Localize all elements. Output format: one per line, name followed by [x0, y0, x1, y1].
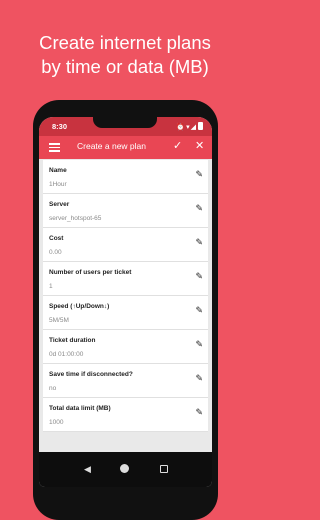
edit-pencil-icon[interactable]: ✎: [195, 407, 203, 418]
edit-pencil-icon[interactable]: ✎: [195, 237, 203, 248]
field-save-time[interactable]: Save time if disconnected? no ✎: [43, 364, 208, 398]
back-icon[interactable]: ◀: [84, 464, 91, 475]
edit-pencil-icon[interactable]: ✎: [195, 339, 203, 350]
field-ticket-duration[interactable]: Ticket duration 0d 01:00:00 ✎: [43, 330, 208, 364]
field-value: 1Hour: [49, 181, 67, 188]
field-users-per-ticket[interactable]: Number of users per ticket 1 ✎: [43, 262, 208, 296]
field-speed[interactable]: Speed (↑Up/Down↓) 5M/5M ✎: [43, 296, 208, 330]
field-value: 1000: [49, 419, 64, 426]
edit-pencil-icon[interactable]: ✎: [195, 271, 203, 282]
field-label: Server: [49, 201, 70, 208]
headline-line-2: by time or data (MB): [41, 56, 209, 77]
field-label: Total data limit (MB): [49, 405, 111, 412]
close-icon[interactable]: ✕: [195, 139, 204, 152]
recents-icon[interactable]: [160, 465, 168, 473]
status-bar: 8:30 ⏰▾◢: [39, 117, 212, 136]
field-value: 0d 01:00:00: [49, 351, 84, 358]
alarm-icon: ⏰: [176, 124, 187, 131]
field-label: Speed (↑Up/Down↓): [49, 303, 110, 310]
system-nav-bar: ◀: [39, 452, 212, 487]
app-bar-title: Create a new plan: [77, 141, 146, 151]
status-time: 8:30: [52, 122, 68, 131]
field-label: Cost: [49, 235, 64, 242]
field-value: server_hotspot-65: [49, 215, 102, 222]
field-value: 1: [49, 283, 53, 290]
camera-notch: [93, 117, 157, 128]
field-server[interactable]: Server server_hotspot-65 ✎: [43, 194, 208, 228]
promo-headline: Create internet plans by time or data (M…: [0, 31, 250, 79]
field-label: Save time if disconnected?: [49, 371, 133, 378]
phone-screen: 8:30 ⏰▾◢ Create a new plan ✓ ✕ Name 1Hou…: [39, 117, 212, 487]
headline-line-1: Create internet plans: [39, 32, 211, 53]
field-label: Ticket duration: [49, 337, 96, 344]
plan-fields-list: Name 1Hour ✎ Server server_hotspot-65 ✎ …: [43, 160, 208, 432]
field-label: Number of users per ticket: [49, 269, 132, 276]
field-value: no: [49, 385, 57, 392]
checkmark-icon[interactable]: ✓: [173, 139, 182, 152]
status-icons: ⏰▾◢: [176, 122, 203, 131]
field-value: 5M/5M: [49, 317, 69, 324]
field-name[interactable]: Name 1Hour ✎: [43, 160, 208, 194]
edit-pencil-icon[interactable]: ✎: [195, 169, 203, 180]
field-cost[interactable]: Cost 0.00 ✎: [43, 228, 208, 262]
field-data-limit[interactable]: Total data limit (MB) 1000 ✎: [43, 398, 208, 432]
field-value: 0.00: [49, 249, 62, 256]
battery-icon: [198, 122, 203, 130]
signal-icon: ◢: [190, 124, 197, 131]
edit-pencil-icon[interactable]: ✎: [195, 373, 203, 384]
edit-pencil-icon[interactable]: ✎: [195, 305, 203, 316]
home-icon[interactable]: [120, 464, 129, 473]
edit-pencil-icon[interactable]: ✎: [195, 203, 203, 214]
app-bar: Create a new plan ✓ ✕: [39, 136, 212, 159]
menu-icon[interactable]: [49, 141, 60, 153]
field-label: Name: [49, 167, 67, 174]
